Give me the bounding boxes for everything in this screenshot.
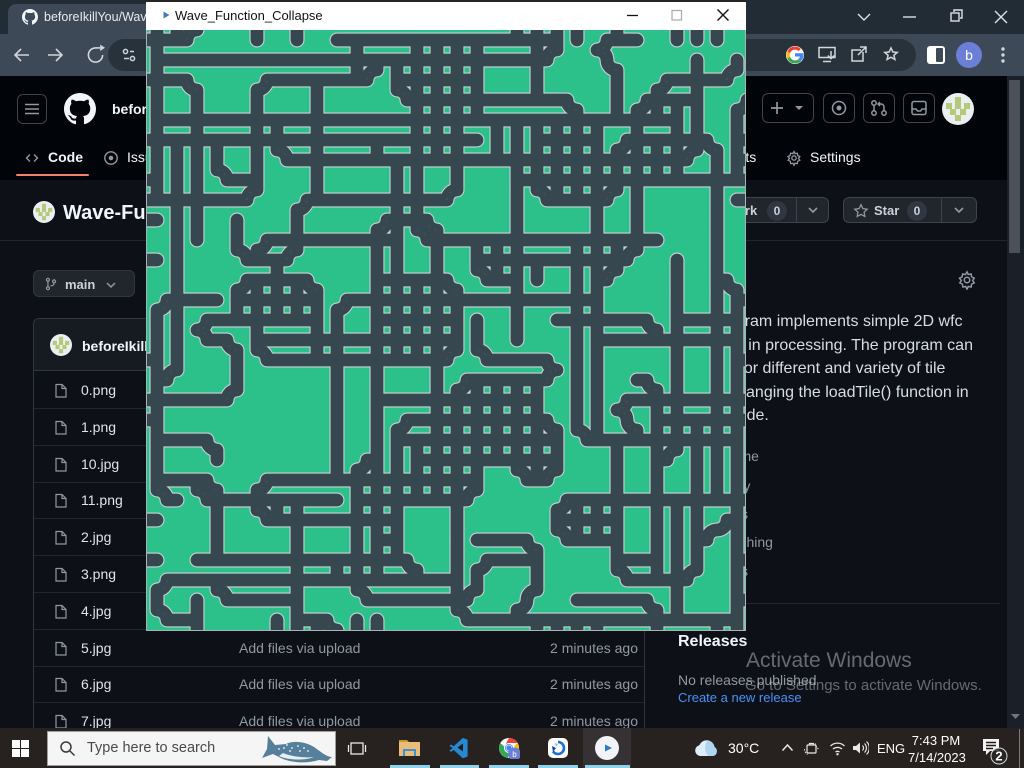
svg-text:2: 2 <box>995 749 1002 764</box>
svg-text:b: b <box>965 47 973 63</box>
svg-text:b: b <box>512 750 517 759</box>
